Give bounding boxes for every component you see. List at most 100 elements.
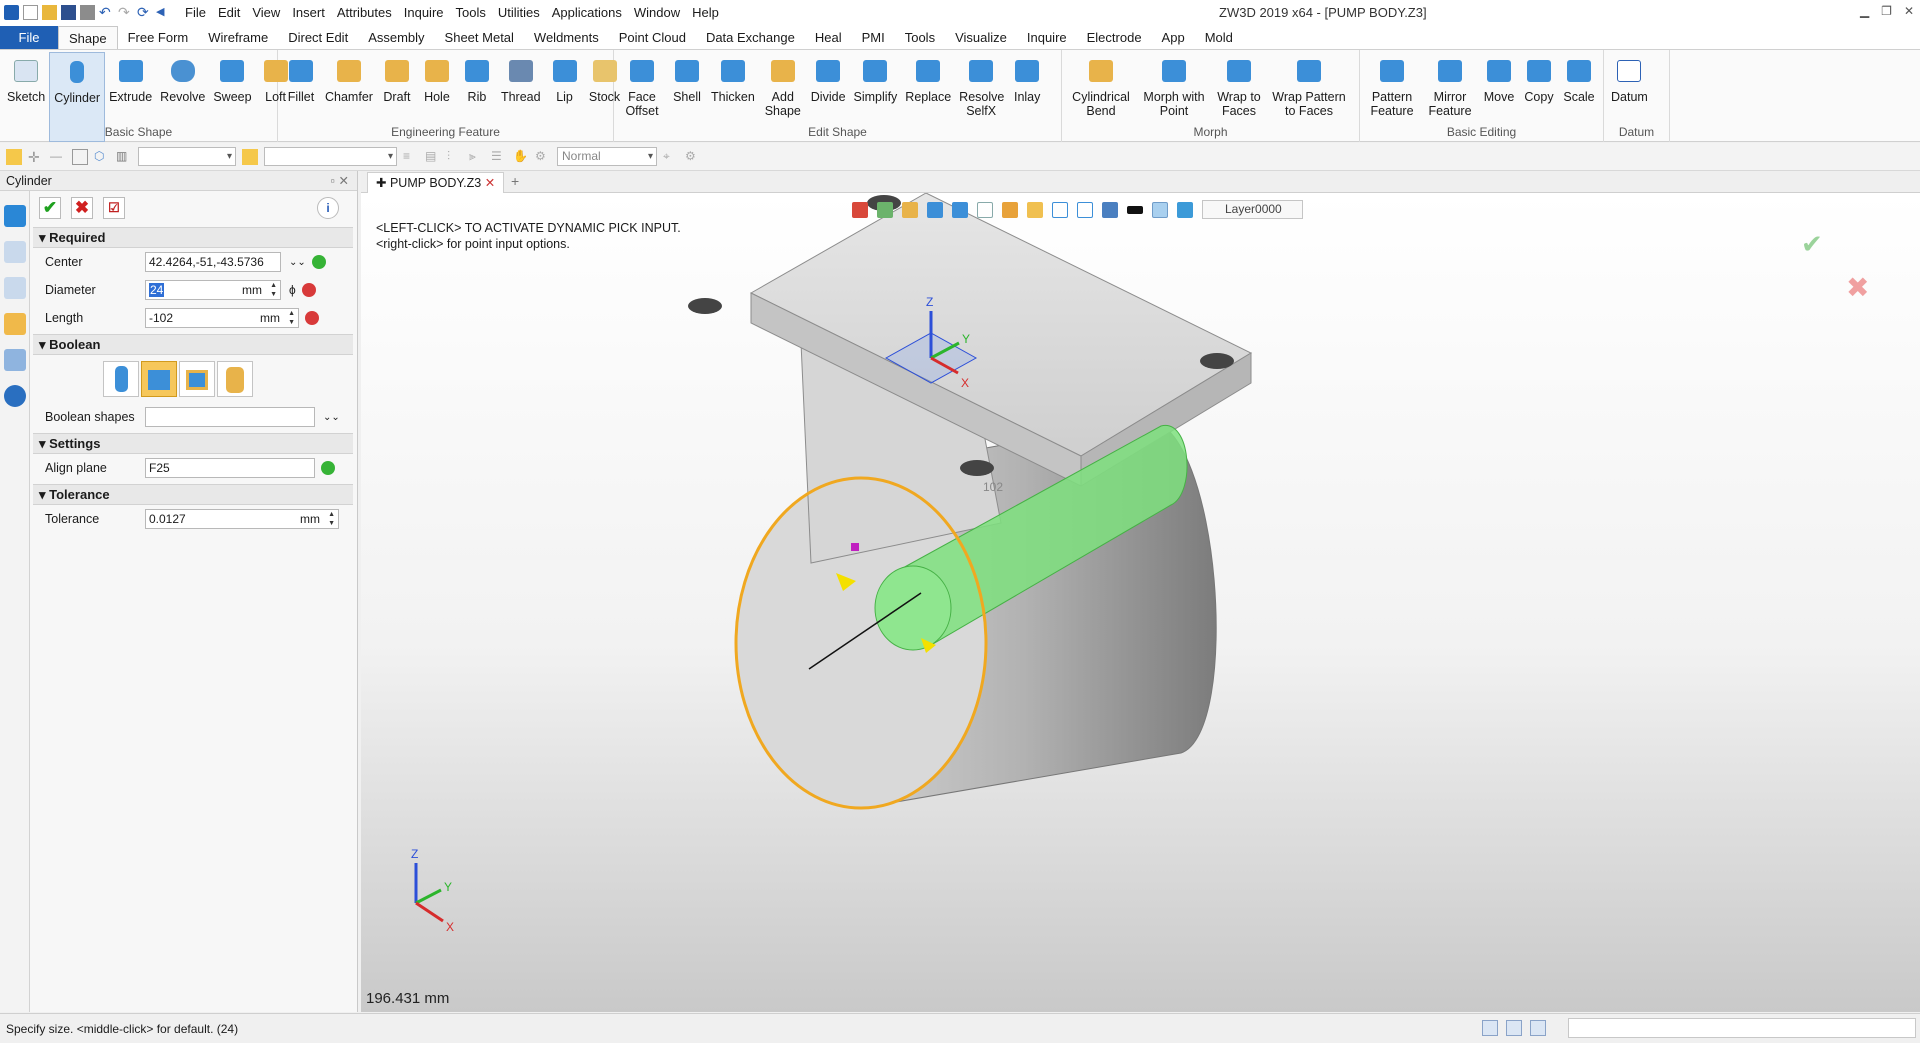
zoom-icon[interactable]: [1027, 201, 1043, 218]
render-mode-combo[interactable]: Normal: [557, 147, 657, 166]
boolean-remove-button[interactable]: [179, 361, 215, 397]
status-mode-icon[interactable]: [1482, 1020, 1498, 1036]
tab-heal[interactable]: Heal: [805, 26, 852, 49]
tab-data-exchange[interactable]: Data Exchange: [696, 26, 805, 49]
user-tab-icon[interactable]: [4, 385, 26, 407]
layers-icon[interactable]: ⫶: [447, 149, 463, 165]
menu-edit[interactable]: Edit: [212, 0, 246, 25]
tab-file[interactable]: File: [0, 26, 58, 49]
diameter-pick-icon[interactable]: [301, 283, 316, 297]
tab-direct-edit[interactable]: Direct Edit: [278, 26, 358, 49]
color-blue-icon[interactable]: [1152, 201, 1168, 218]
boolean-shapes-input[interactable]: [145, 407, 315, 427]
hand-icon[interactable]: ✋: [513, 149, 529, 165]
back-arrow-icon[interactable]: ◀: [156, 5, 171, 20]
menu-window[interactable]: Window: [628, 0, 686, 25]
tab-free-form[interactable]: Free Form: [118, 26, 199, 49]
apply-button[interactable]: ☑: [103, 197, 125, 219]
document-tab[interactable]: ✚ PUMP BODY.Z3 ✕: [367, 172, 505, 193]
exit-icon[interactable]: [852, 201, 868, 218]
tab-mold[interactable]: Mold: [1195, 26, 1243, 49]
history-tab-icon[interactable]: [4, 241, 26, 263]
display-icon[interactable]: [1002, 201, 1018, 218]
tab-app[interactable]: App: [1152, 26, 1195, 49]
cylinder-tab-icon[interactable]: [4, 205, 26, 227]
center-expand-icon[interactable]: ⌄⌄: [289, 257, 306, 268]
tab-point-cloud[interactable]: Point Cloud: [609, 26, 696, 49]
info-button[interactable]: i: [317, 197, 339, 219]
graphics-viewport[interactable]: 102 Z Y X Z Y X ✔ ✖: [361, 193, 1920, 1012]
layer-tool-icon[interactable]: [1177, 201, 1193, 218]
boolean-base-button[interactable]: [103, 361, 139, 397]
section-boolean[interactable]: ▾ Boolean: [33, 334, 353, 355]
menu-view[interactable]: View: [246, 0, 286, 25]
diameter-phi-icon[interactable]: ϕ: [289, 283, 296, 297]
list-icon[interactable]: ☰: [491, 149, 507, 165]
center-input[interactable]: 42.4264,-51,-43.5736: [145, 252, 281, 272]
drag-handle-magenta[interactable]: [851, 543, 859, 551]
tab-electrode[interactable]: Electrode: [1077, 26, 1152, 49]
gear-icon[interactable]: ⚙: [685, 149, 701, 165]
restore-icon[interactable]: ❐: [1881, 4, 1892, 18]
fit-icon[interactable]: [1052, 201, 1068, 218]
tolerance-input[interactable]: 0.0127 mm ▲ ▼: [145, 509, 339, 529]
settings-icon[interactable]: ⚙: [535, 149, 551, 165]
pointer-icon[interactable]: ⌖: [663, 149, 679, 165]
section-settings[interactable]: ▾ Settings: [33, 433, 353, 454]
minus-icon[interactable]: —: [50, 149, 66, 165]
wire-view-icon[interactable]: [977, 201, 993, 218]
open-folder-icon[interactable]: [42, 5, 57, 20]
color-black-icon[interactable]: [1127, 205, 1143, 214]
refresh-icon[interactable]: [242, 148, 258, 165]
save-icon[interactable]: [61, 5, 76, 20]
undo-icon[interactable]: ↶: [99, 5, 114, 20]
panel-close-icon[interactable]: ▫ ✕: [331, 171, 349, 191]
new-file-icon[interactable]: [23, 5, 38, 20]
menu-applications[interactable]: Applications: [546, 0, 628, 25]
print-small-icon[interactable]: ▤: [425, 149, 441, 165]
tolerance-spinner[interactable]: ▲ ▼: [328, 510, 335, 528]
filter-combo[interactable]: [138, 147, 236, 166]
minimize-icon[interactable]: ▁: [1860, 4, 1869, 18]
section-icon[interactable]: [1077, 201, 1093, 218]
tree-tab-icon[interactable]: [4, 277, 26, 299]
print-icon[interactable]: [80, 5, 95, 20]
tab-sheet-metal[interactable]: Sheet Metal: [435, 26, 524, 49]
menu-tools[interactable]: Tools: [450, 0, 492, 25]
section-tolerance[interactable]: ▾ Tolerance: [33, 484, 353, 505]
tab-visualize[interactable]: Visualize: [945, 26, 1017, 49]
view-filter-icon[interactable]: [877, 201, 893, 218]
tab-shape[interactable]: Shape: [58, 26, 118, 49]
tab-tools[interactable]: Tools: [895, 26, 945, 49]
tab-assembly[interactable]: Assembly: [358, 26, 434, 49]
measure-icon[interactable]: [902, 201, 918, 218]
stack-icon[interactable]: ⫸: [469, 149, 485, 165]
align-plane-pick-icon[interactable]: [321, 461, 335, 475]
status-monitor-icon[interactable]: [1506, 1020, 1522, 1036]
tab-wireframe[interactable]: Wireframe: [198, 26, 278, 49]
ok-button[interactable]: ✔: [39, 197, 61, 219]
boolean-intersect-button[interactable]: [217, 361, 253, 397]
cube-view-icon[interactable]: [952, 201, 968, 218]
align-plane-input[interactable]: F25: [145, 458, 315, 478]
grid-icon[interactable]: [72, 148, 88, 165]
filter-icon[interactable]: ▥: [116, 149, 132, 165]
length-spinner[interactable]: ▲ ▼: [288, 309, 295, 327]
render-icon[interactable]: [1102, 201, 1118, 218]
close-icon[interactable]: ✕: [1904, 4, 1914, 18]
diameter-spinner[interactable]: ▲ ▼: [270, 281, 277, 299]
part-tab-icon[interactable]: [4, 313, 26, 335]
command-input[interactable]: [1568, 1018, 1916, 1038]
menu-insert[interactable]: Insert: [286, 0, 331, 25]
menu-help[interactable]: Help: [686, 0, 725, 25]
status-list-icon[interactable]: [1530, 1020, 1546, 1036]
viewport-ok-icon[interactable]: ✔: [1801, 230, 1823, 260]
cancel-button[interactable]: ✖: [71, 197, 93, 219]
center-pick-icon[interactable]: [311, 255, 326, 269]
add-tab-icon[interactable]: +: [511, 173, 519, 189]
hexagon-icon[interactable]: ⬡: [94, 149, 110, 165]
length-input[interactable]: -102 mm ▲ ▼: [145, 308, 299, 328]
cross-icon[interactable]: ✛: [28, 149, 44, 165]
tab-weldments[interactable]: Weldments: [524, 26, 609, 49]
pick-icon[interactable]: [6, 148, 22, 165]
